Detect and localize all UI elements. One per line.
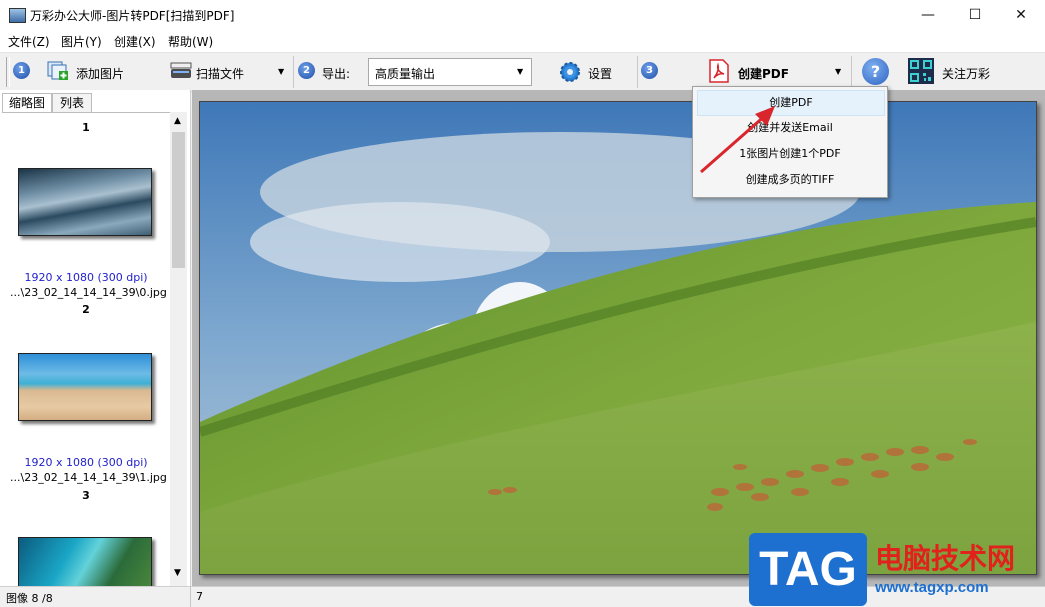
- thumbnail-dimensions: 1920 x 1080 (300 dpi): [24, 271, 148, 284]
- maximize-button[interactable]: ☐: [952, 0, 998, 30]
- scroll-down-icon[interactable]: ▼: [174, 568, 181, 578]
- thumbnail-number: 1: [82, 121, 90, 134]
- thumbnail-dimensions: 1920 x 1080 (300 dpi): [24, 456, 148, 469]
- qr-code-icon: [908, 58, 934, 84]
- toolbar-separator: [293, 56, 294, 88]
- export-label: 导出:: [322, 67, 351, 81]
- menu-file[interactable]: 文件(Z): [8, 33, 50, 50]
- watermark-site-name: 电脑技术网: [875, 542, 1016, 575]
- preview-image: [199, 101, 1037, 575]
- status-divider: [190, 587, 191, 607]
- add-images-label: 添加图片: [76, 67, 125, 81]
- scanner-icon: [170, 62, 192, 78]
- create-pdf-button[interactable]: 创建PDF ▼: [706, 58, 846, 86]
- watermark-url: www.tagxp.com: [875, 579, 989, 596]
- toolbar: 1 添加图片 扫描文件 ▼ 2 导出: 高质量输出 ▼ 设置 3 创建PDF ▼…: [0, 52, 1045, 92]
- menu-bar: 文件(Z) 图片(Y) 创建(X) 帮助(W): [0, 30, 1045, 52]
- step-3-badge: 3: [641, 62, 658, 79]
- thumbnail-list: 1 1920 x 1080 (300 dpi) ...\23_02_14_14_…: [2, 112, 170, 587]
- scan-file-label: 扫描文件: [196, 67, 245, 81]
- step-1-badge: 1: [13, 62, 30, 79]
- scroll-up-icon[interactable]: ▲: [174, 116, 181, 126]
- add-images-button[interactable]: 添加图片: [44, 59, 149, 85]
- annotation-arrow-icon: [700, 106, 775, 174]
- image-count: 图像 8 /8: [6, 592, 53, 605]
- menu-create[interactable]: 创建(X): [114, 33, 156, 50]
- status-page: 7: [196, 590, 203, 603]
- settings-label: 设置: [588, 67, 613, 81]
- thumbnail-scrollbar[interactable]: ▲ ▼: [170, 112, 187, 586]
- chevron-down-icon: ▼: [517, 67, 524, 76]
- site-watermark: TAG 电脑技术网 www.tagxp.com: [749, 533, 1045, 606]
- create-pdf-dropdown-icon[interactable]: ▼: [835, 67, 841, 76]
- settings-button[interactable]: 设置: [556, 59, 618, 85]
- create-pdf-label: 创建PDF: [738, 67, 789, 81]
- window-title: 万彩办公大师-图片转PDF[扫描到PDF]: [30, 9, 235, 23]
- thumbnail-image[interactable]: [18, 537, 152, 587]
- thumbnail-filename: ...\23_02_14_14_14_39\0.jpg: [10, 286, 167, 299]
- app-icon: [9, 8, 26, 23]
- scan-dropdown-icon[interactable]: ▼: [278, 67, 284, 76]
- add-images-icon: [47, 61, 68, 80]
- thumbnail-number: 3: [82, 489, 90, 502]
- gear-icon: [560, 62, 580, 82]
- minimize-button[interactable]: —: [905, 0, 951, 30]
- thumbnail-number: 2: [82, 303, 90, 316]
- follow-wancai-button[interactable]: 关注万彩: [908, 58, 1008, 86]
- tag-logo: TAG: [749, 533, 867, 606]
- follow-wancai-label: 关注万彩: [942, 67, 991, 81]
- toolbar-separator: [637, 56, 638, 88]
- menu-help[interactable]: 帮助(W): [168, 33, 213, 50]
- thumbnail-filename: ...\23_02_14_14_14_39\1.jpg: [10, 471, 167, 484]
- toolbar-separator: [851, 56, 852, 88]
- landscape-photo: [200, 102, 1036, 574]
- title-bar: 万彩办公大师-图片转PDF[扫描到PDF] — ☐ ✕: [0, 0, 1045, 30]
- export-quality-value: 高质量输出: [375, 67, 436, 81]
- thumbnail-image[interactable]: [18, 168, 152, 236]
- toolbar-grip: [6, 57, 10, 87]
- thumbnail-image[interactable]: [18, 353, 152, 421]
- export-quality-select[interactable]: 高质量输出 ▼: [368, 58, 532, 86]
- scan-file-button[interactable]: 扫描文件 ▼: [168, 59, 290, 85]
- pdf-icon: [709, 59, 729, 83]
- menu-image[interactable]: 图片(Y): [61, 33, 102, 50]
- close-button[interactable]: ✕: [998, 0, 1044, 30]
- tab-thumbnails[interactable]: 缩略图: [2, 93, 52, 113]
- step-2-badge: 2: [298, 62, 315, 79]
- scrollbar-thumb[interactable]: [172, 132, 185, 268]
- thumbnail-panel: 缩略图 列表 1 1920 x 1080 (300 dpi) ...\23_02…: [0, 90, 191, 587]
- tab-list[interactable]: 列表: [52, 93, 92, 112]
- help-icon[interactable]: ?: [862, 58, 889, 85]
